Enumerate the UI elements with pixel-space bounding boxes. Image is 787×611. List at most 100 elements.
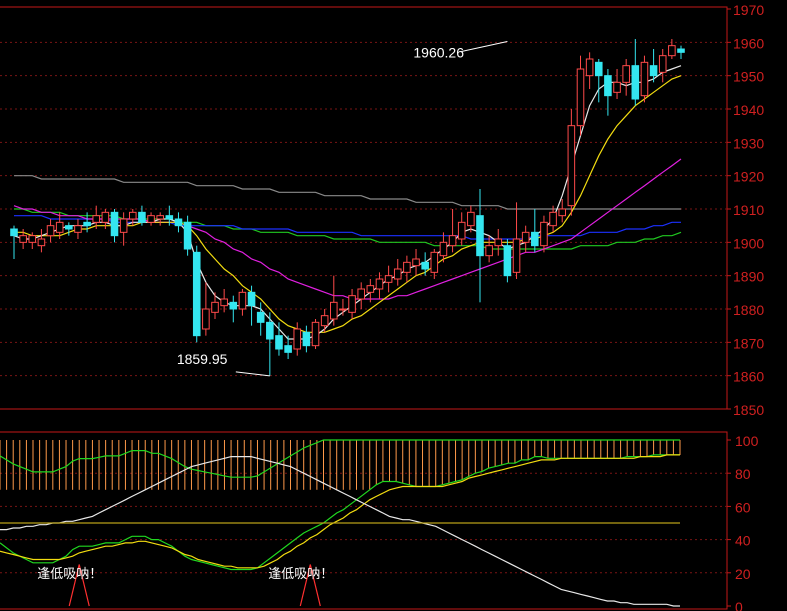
y-tick-label: 1910 [733,202,764,218]
candle-up [393,268,402,280]
candle-up [512,238,521,273]
candle-up [457,221,466,240]
candle-up [567,125,576,207]
candle-down [165,215,174,220]
y-tick-label: 1920 [733,169,764,185]
candle-up [28,235,37,243]
low-annotation-label: 1859.95 [177,351,228,367]
candle-up [576,68,585,127]
candle-down [649,65,658,77]
indicator-y-tick-label: 20 [735,566,751,582]
candle-down [677,48,685,53]
indicator-y-tick-label: 40 [735,533,751,549]
candle-down [229,301,238,310]
candle-up [101,211,110,223]
candle-down [138,211,146,223]
candle-up [156,215,164,220]
candle-down [110,211,119,237]
candle-down [302,331,311,347]
candle-up [37,238,46,247]
y-tick-label: 1880 [733,302,764,318]
candle-up [540,221,548,247]
indicator-line-ind-white [0,456,680,607]
y-tick-label: 1960 [733,35,764,51]
candle-up [494,238,503,247]
candle-up [448,235,457,247]
candle-up [622,65,630,83]
candle-down [10,228,18,237]
indicator-y-tick-label: 80 [735,466,751,482]
candlestick-chart: 1970 1960 1950 1940 1930 1920 1910 1900 1890 1880… [0,2,764,611]
candle-down [83,221,91,227]
candle-up [19,235,27,243]
candle-up [439,241,448,257]
candle-up [348,295,356,313]
candle-up [55,221,64,233]
candle-up [46,225,55,237]
high-annotation-leader [461,40,508,52]
candle-up [220,298,228,307]
y-tick-label: 1870 [733,335,764,351]
candle-down [594,61,603,77]
candle-up [585,58,594,77]
candle-up [613,81,621,93]
candle-up [412,258,420,267]
y-tick-label: 1900 [733,235,764,251]
y-tick-label: 1950 [733,69,764,85]
y-tick-label: 1930 [733,135,764,151]
candle-down [476,215,484,257]
candle-up [485,245,493,257]
y-tick-label: 1970 [733,2,764,18]
buy-signal-label: 逢低吸呐！ [37,566,102,581]
candle-down [275,335,283,350]
candle-down [192,251,201,337]
main-panel-frame [0,6,728,410]
candle-up [311,321,320,347]
candle-down [531,231,539,247]
candle-down [266,321,274,340]
moving-average-ma-gray [14,175,681,210]
y-tick-label: 1890 [733,269,764,285]
candle-down [256,311,265,323]
candle-up [658,55,667,73]
candle-up [339,308,347,311]
candle-up [668,45,676,57]
candle-up [330,301,338,320]
candle-down [247,291,256,307]
candle-down [284,345,292,353]
candle-up [211,301,219,313]
candle-up [202,308,210,330]
candle-down [604,75,612,97]
candle-down [174,218,183,227]
candle-up [467,211,475,227]
high-annotation-label: 1960.26 [413,44,464,60]
y-tick-label: 1940 [733,102,764,118]
candle-up [640,61,649,97]
candle-up [92,215,101,223]
candle-up [430,251,439,273]
candle-up [375,278,384,290]
y-tick-label: 1850 [733,402,764,418]
candle-down [421,261,429,270]
candle-up [558,208,567,217]
candle-up [293,328,302,350]
candle-down [503,245,512,277]
candle-up [74,225,82,233]
candle-up [238,291,247,310]
buy-signal-label: 逢低吸呐！ [268,566,333,581]
candle-down [631,65,640,100]
indicator-y-tick-label: 0 [735,599,743,611]
candle-up [357,288,365,300]
candle-up [366,285,375,293]
candle-up [320,315,329,327]
indicator-line-ind-green [0,454,680,571]
candle-up [521,231,530,243]
candle-down [65,225,73,230]
y-tick-label: 1860 [733,369,764,385]
candle-down [183,221,192,250]
candle-up [403,261,411,273]
candle-up [549,211,557,227]
candle-up [384,275,393,283]
candle-up [119,218,128,233]
indicator-y-tick-label: 100 [735,433,759,449]
